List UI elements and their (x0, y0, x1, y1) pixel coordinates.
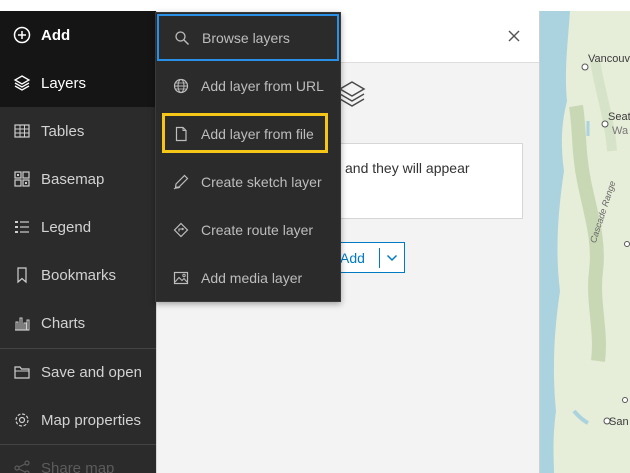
sidebar-item-save-and-open[interactable]: Save and open (0, 348, 156, 396)
sidebar-item-label: Tables (41, 122, 85, 140)
chevron-down-icon (387, 254, 398, 261)
sidebar-item-label: Add (41, 26, 71, 44)
menu-item-label: Create route layer (201, 222, 314, 238)
sidebar-item-legend[interactable]: Legend (0, 203, 156, 251)
sidebar-item-basemap[interactable]: Basemap (0, 155, 156, 203)
sidebar-item-add[interactable]: Add (0, 11, 156, 59)
menu-item-label: Add layer from URL (201, 78, 324, 94)
sidebar-item-layers[interactable]: Layers (0, 59, 156, 107)
pencil-icon (172, 173, 190, 191)
sidebar-item-bookmarks[interactable]: Bookmarks (0, 251, 156, 299)
menu-item-create-route-layer[interactable]: Create route layer (156, 206, 340, 254)
sidebar-item-map-properties[interactable]: Map properties (0, 396, 156, 444)
menu-item-add-layer-from-file[interactable]: Add layer from file (156, 110, 340, 158)
file-icon (172, 125, 190, 143)
menu-item-browse-layers[interactable]: Browse layers (157, 14, 339, 61)
sidebar: Add Layers Tables Basemap Legend Bookmar… (0, 11, 156, 473)
add-dropdown-toggle[interactable] (380, 254, 404, 262)
empty-state-card (313, 143, 523, 219)
empty-state-text: and they will appear (345, 160, 470, 176)
close-icon (508, 30, 520, 42)
globe-icon (172, 77, 190, 95)
menu-item-label: Browse layers (202, 29, 290, 46)
menu-item-label: Add layer from file (201, 126, 314, 142)
add-dropdown-menu: Browse layers Add layer from URL Add lay… (155, 12, 341, 302)
bookmark-icon (12, 265, 32, 285)
sidebar-item-label: Legend (41, 218, 92, 236)
plus-circle-icon (12, 25, 32, 45)
sidebar-item-share-map[interactable]: Share map (0, 444, 156, 473)
gear-icon (12, 410, 32, 430)
close-button[interactable] (503, 25, 525, 47)
folder-icon (12, 362, 32, 382)
sidebar-item-label: Layers (41, 74, 87, 92)
menu-item-add-media-layer[interactable]: Add media layer (156, 254, 340, 302)
map-label-vancouver: Vancouv (588, 53, 630, 65)
sidebar-item-charts[interactable]: Charts (0, 299, 156, 347)
menu-item-add-layer-from-url[interactable]: Add layer from URL (156, 62, 340, 110)
map-label-washington: Wa (612, 125, 629, 137)
menu-item-label: Add media layer (201, 270, 303, 286)
basemap-icon (12, 169, 32, 189)
legend-icon (12, 217, 32, 237)
map-label-san-francisco: San F (609, 416, 630, 428)
map-label-seattle: Seatt (608, 111, 630, 123)
route-icon (172, 221, 190, 239)
share-icon (12, 458, 32, 473)
sidebar-item-tables[interactable]: Tables (0, 107, 156, 155)
map-view[interactable]: Vancouv Seatt Wa Cascade Range San F (539, 11, 630, 473)
menu-item-create-sketch-layer[interactable]: Create sketch layer (156, 158, 340, 206)
top-bar (0, 0, 630, 11)
chart-icon (12, 313, 32, 333)
image-icon (172, 269, 190, 287)
map-background (540, 11, 630, 473)
sidebar-item-label: Charts (41, 314, 86, 332)
search-icon (173, 29, 191, 47)
table-icon (12, 121, 32, 141)
sidebar-item-label: Save and open (41, 363, 142, 381)
layers-icon (12, 73, 32, 93)
sidebar-item-label: Basemap (41, 170, 105, 188)
layers-stack-icon (337, 79, 367, 114)
sidebar-item-label: Bookmarks (41, 266, 117, 284)
sidebar-item-label: Share map (41, 459, 115, 473)
menu-item-label: Create sketch layer (201, 174, 322, 190)
sidebar-item-label: Map properties (41, 411, 142, 429)
